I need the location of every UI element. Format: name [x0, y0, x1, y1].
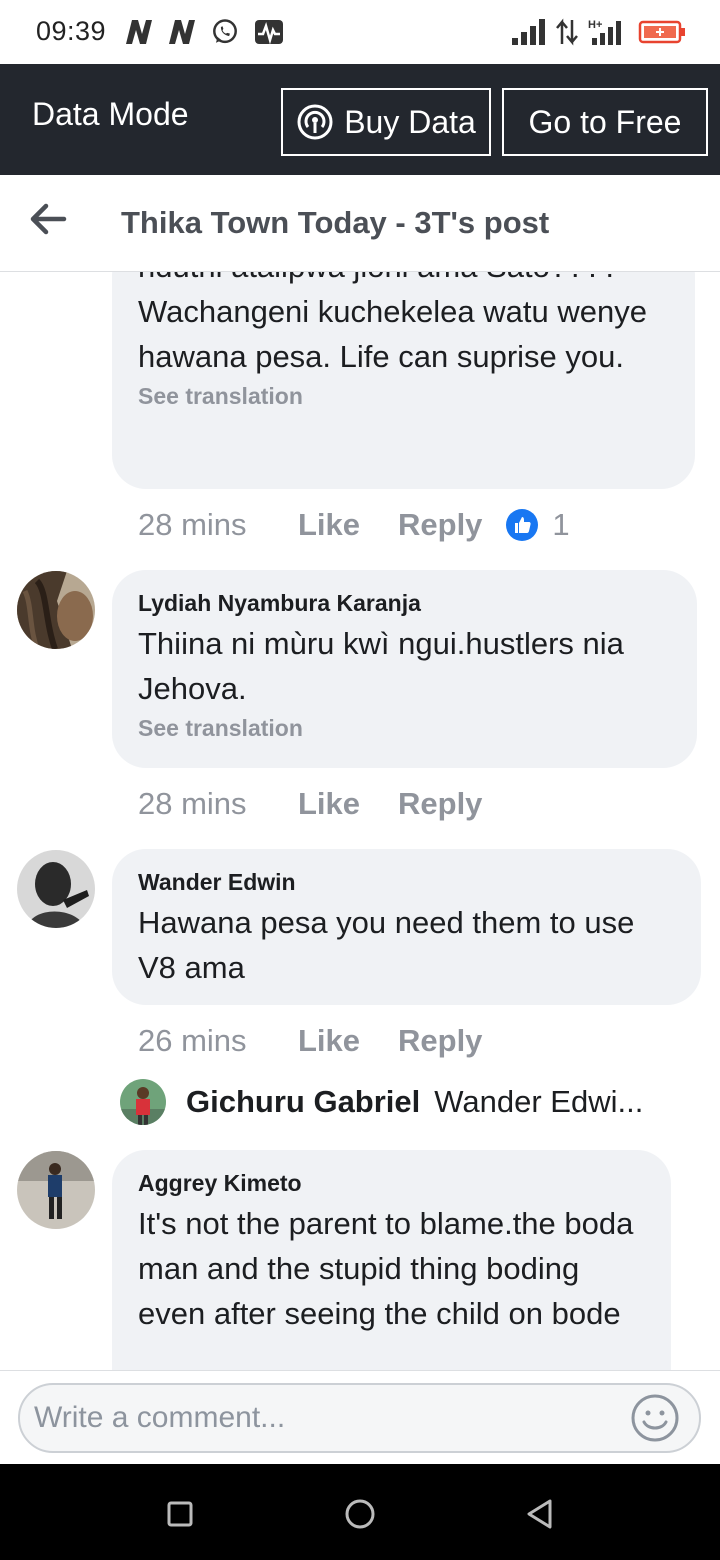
back-triangle-icon[interactable] [520, 1494, 560, 1534]
reply-snippet: Wander Edwi... [434, 1084, 644, 1119]
go-to-free-button[interactable]: Go to Free [502, 88, 708, 156]
comment-bubble: Wander Edwin Hawana pesa you need them t… [112, 849, 701, 1005]
comment-time: 28 mins [138, 507, 247, 542]
reply-button[interactable]: Reply [398, 786, 482, 822]
avatar[interactable] [120, 1079, 166, 1125]
comment-author[interactable]: Wander Edwin [138, 869, 675, 896]
hplus-signal-icon: H+ [588, 19, 621, 45]
go-to-free-label: Go to Free [528, 103, 682, 140]
reply-button[interactable]: Reply [398, 1023, 482, 1059]
comment-time: 26 mins [138, 1023, 247, 1058]
system-nav-bar [0, 1464, 720, 1560]
comment-author[interactable]: Aggrey Kimeto [138, 1170, 645, 1197]
comment-bubble: ndutni atalipwa jioni ama Sato???? Wacha… [112, 272, 695, 489]
whatsapp-icon [213, 19, 237, 44]
see-translation-link[interactable]: See translation [138, 715, 671, 742]
broadcast-icon [297, 104, 333, 140]
netflix-n-icon [126, 20, 152, 44]
status-time: 09:39 [36, 16, 107, 46]
reaction-count: 1 [552, 507, 570, 542]
comment-time: 28 mins [138, 786, 247, 821]
comment-bubble: Lydiah Nyambura Karanja Thiina ni mùru k… [112, 570, 697, 768]
comment-text: Wachangeni kuchekelea watu wenye hawana … [138, 294, 647, 374]
like-button[interactable]: Like [298, 507, 398, 543]
buy-data-label: Buy Data [344, 103, 476, 140]
comment-text: It's not the parent to blame.the boda ma… [138, 1206, 634, 1331]
avatar[interactable] [17, 850, 95, 928]
comment-text: Thiina ni mùru kwì ngui.hustlers nia Jeh… [138, 626, 624, 706]
data-mode-label: Data Mode [32, 96, 189, 132]
signal-icon [512, 19, 545, 45]
avatar[interactable] [17, 571, 95, 649]
page-title: Thika Town Today - 3T's post [121, 205, 550, 240]
status-bar: 09:39 H+ [0, 0, 720, 64]
comment-text-partial: ndutni atalipwa jioni ama Sato???? [138, 272, 669, 289]
activity-icon [255, 20, 283, 45]
emoji-icon[interactable] [630, 1393, 680, 1443]
svg-text:H+: H+ [588, 19, 602, 31]
like-button[interactable]: Like [298, 786, 398, 822]
comment-bubble: Aggrey Kimeto It's not the parent to bla… [112, 1150, 671, 1370]
comment-composer [0, 1370, 720, 1464]
comment-meta: 28 mins Like Reply [138, 783, 482, 825]
comment-text: Hawana pesa you need them to use V8 ama [138, 905, 635, 985]
back-arrow-icon[interactable] [28, 201, 68, 237]
avatar[interactable] [17, 1151, 95, 1229]
comment-meta: 28 mins Like Reply 1 [138, 504, 570, 546]
reply-button[interactable]: Reply [398, 507, 482, 543]
comments-list: ndutni atalipwa jioni ama Sato???? Wacha… [0, 272, 720, 1370]
see-translation-link[interactable]: See translation [138, 383, 669, 410]
data-mode-bar: Data Mode Buy Data Go to Free [0, 64, 720, 175]
buy-data-button[interactable]: Buy Data [281, 88, 491, 156]
post-header: Thika Town Today - 3T's post [0, 175, 720, 272]
reaction-summary[interactable]: 1 [506, 507, 570, 543]
reply-author[interactable]: Gichuru Gabriel [186, 1084, 420, 1120]
comment-author[interactable]: Lydiah Nyambura Karanja [138, 590, 671, 617]
comment-meta: 26 mins Like Reply [138, 1020, 482, 1062]
like-button[interactable]: Like [298, 1023, 398, 1059]
comment-input[interactable] [18, 1383, 701, 1453]
reply-preview[interactable]: Gichuru Gabriel Wander Edwi... [120, 1078, 643, 1126]
home-circle-icon[interactable] [340, 1494, 380, 1534]
recents-square-icon[interactable] [160, 1494, 200, 1534]
netflix-n-icon [169, 20, 195, 44]
like-reaction-icon [506, 509, 539, 541]
battery-low-icon [638, 20, 685, 44]
data-arrows-icon [556, 18, 578, 46]
